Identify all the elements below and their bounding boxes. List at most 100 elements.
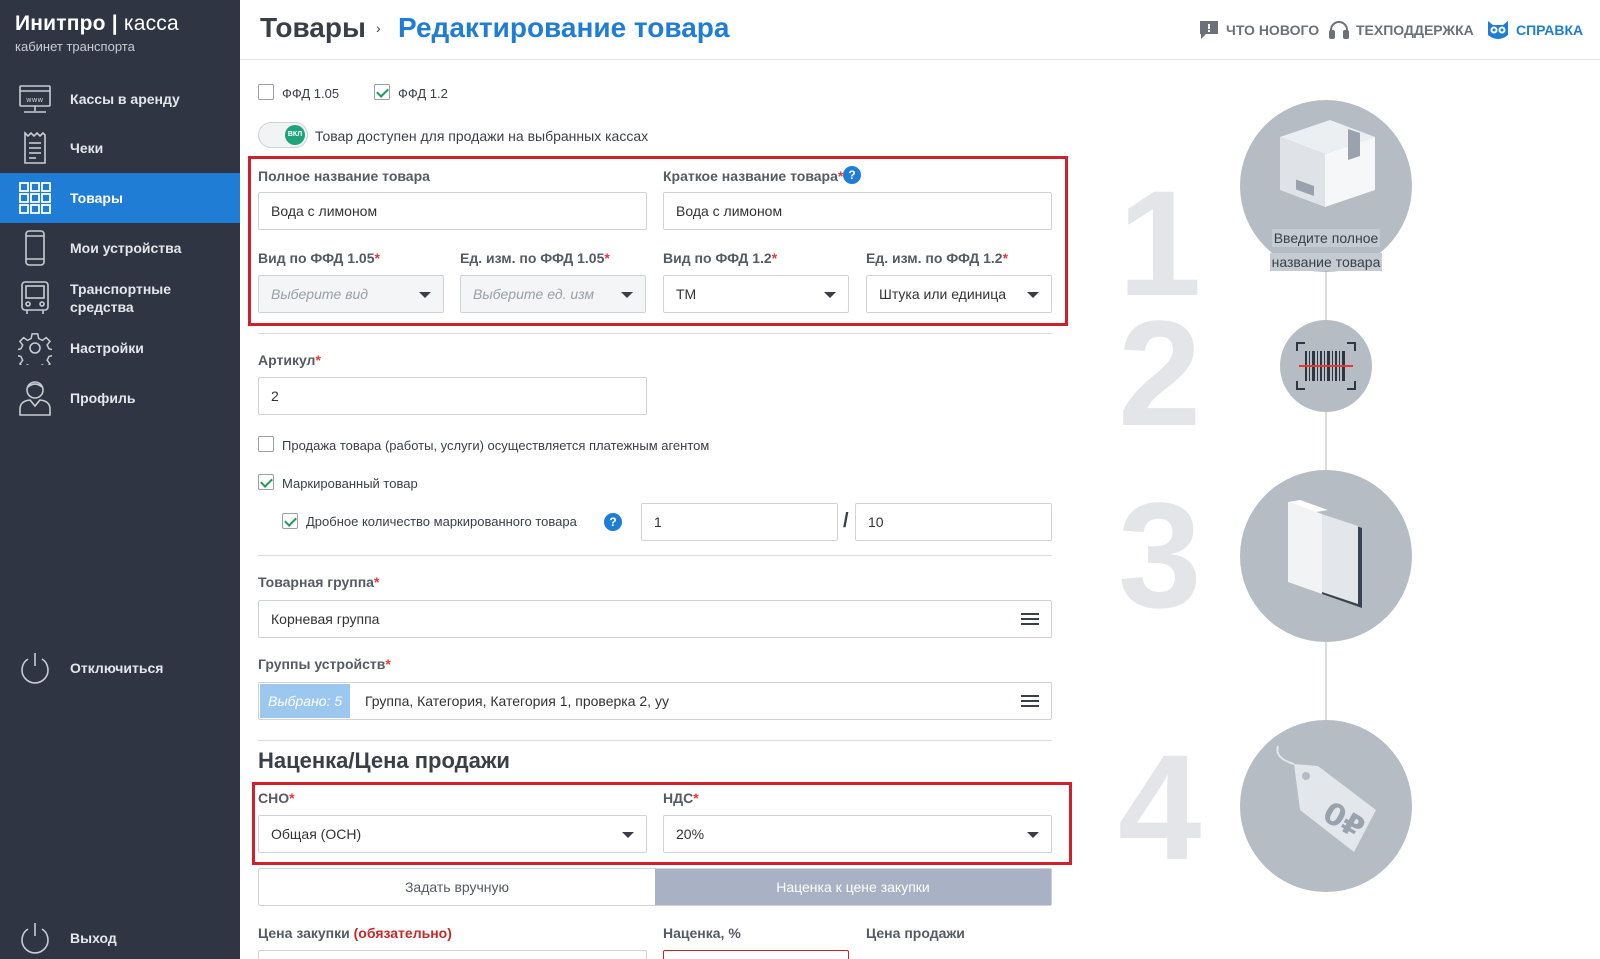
manual-price-tab[interactable]: Задать вручную	[259, 869, 655, 905]
chevron-down-icon	[824, 292, 836, 298]
vat-select[interactable]: 20%	[663, 815, 1052, 853]
fraction-denominator-input[interactable]: 10	[855, 503, 1052, 541]
sidebar-item-label: Профиль	[70, 390, 136, 406]
short-name-label: Краткое название товара*	[663, 168, 844, 184]
receipt-icon	[16, 129, 54, 167]
power-icon	[16, 649, 54, 687]
announcement-icon	[1200, 21, 1218, 39]
list-icon[interactable]	[1021, 695, 1039, 709]
fraction-label: Дробное количество маркированного товара	[306, 514, 577, 529]
support-label: ТЕХПОДДЕРЖКА	[1356, 22, 1474, 38]
page-title: Редактирование товара	[398, 12, 730, 43]
brand-subtitle: кабинет транспорта	[15, 39, 135, 54]
markup-percent-input[interactable]	[663, 950, 849, 959]
fraction-help-icon[interactable]: ?	[604, 513, 622, 531]
unit12-select[interactable]: Штука или единица	[866, 275, 1052, 313]
sidebar-item-receipts[interactable]: Чеки	[0, 123, 240, 173]
svg-text:www: www	[26, 96, 43, 104]
ffd12-checkbox[interactable]	[374, 84, 390, 100]
ffd105-label: ФФД 1.05	[282, 86, 340, 101]
sidebar-item-devices[interactable]: Мои устройства	[0, 223, 240, 273]
kind12-select[interactable]: ТМ	[663, 275, 849, 313]
header: Товары › Редактирование товара ЧТО НОВОГ…	[240, 0, 1600, 60]
sidebar-item-label: Транспортные средства	[70, 281, 172, 315]
whats-new-link[interactable]: ЧТО НОВОГО	[1198, 19, 1319, 41]
group-select[interactable]: Корневая группа	[258, 600, 1052, 638]
sidebar-item-vehicles[interactable]: Транспортные средства	[0, 273, 240, 323]
marked-checkbox[interactable]	[258, 474, 274, 490]
price-mode-toggle: Задать вручную Наценка к цене закупки	[258, 868, 1052, 906]
sidebar-item-rent[interactable]: www Кассы в аренду	[0, 74, 240, 124]
step-4-circle: 0₽	[1240, 720, 1412, 892]
bus-icon	[16, 279, 54, 317]
marked-label: Маркированный товар	[282, 476, 418, 491]
full-name-input[interactable]: Вода с лимоном	[258, 192, 647, 230]
device-groups-label: Группы устройств*	[258, 656, 391, 672]
sno-select[interactable]: Общая (ОСН)	[258, 815, 647, 853]
logout-label: Выход	[70, 930, 117, 946]
chevron-down-icon	[1027, 832, 1039, 838]
sidebar-item-label: Мои устройства	[70, 240, 182, 256]
help-link[interactable]: СПРАВКА	[1486, 19, 1583, 41]
support-link[interactable]: ТЕХПОДДЕРЖКА	[1328, 19, 1474, 41]
step-1-caption: Введите полное название товара	[1269, 229, 1383, 271]
markup-section-title: Наценка/Цена продажи	[258, 748, 510, 773]
divider	[258, 555, 1052, 556]
step-number-4: 4	[1118, 723, 1202, 891]
divider	[258, 333, 1052, 334]
chevron-down-icon	[1027, 292, 1039, 298]
gear-icon	[16, 329, 54, 367]
help-label: СПРАВКА	[1516, 22, 1584, 38]
headset-icon	[1329, 21, 1349, 39]
phone-icon	[16, 229, 54, 267]
breadcrumb-root[interactable]: Товары	[260, 12, 366, 44]
disconnect-button[interactable]: Отключиться	[0, 643, 240, 693]
sidebar-item-label: Настройки	[70, 340, 144, 356]
barcode-icon	[1296, 342, 1356, 390]
disconnect-label: Отключиться	[70, 660, 164, 676]
group-label: Товарная группа*	[258, 574, 380, 590]
sidebar-item-label: Кассы в аренду	[70, 91, 180, 107]
sidebar-item-goods[interactable]: Товары	[0, 173, 240, 223]
full-name-label: Полное название товара	[258, 168, 430, 184]
agent-checkbox[interactable]	[258, 436, 274, 452]
article-label: Артикул*	[258, 352, 321, 368]
owl-icon	[1488, 21, 1508, 39]
sno-label: СНО*	[258, 790, 295, 806]
unit105-label: Ед. изм. по ФФД 1.05*	[460, 250, 610, 266]
markup-price-tab[interactable]: Наценка к цене закупки	[655, 869, 1051, 905]
grid-icon	[16, 179, 54, 217]
article-input[interactable]: 2	[258, 377, 647, 415]
box-icon	[1280, 120, 1375, 207]
step-3-circle	[1240, 470, 1412, 642]
device-groups-select[interactable]: Выбрано: 5 Группа, Категория, Категория 1…	[258, 682, 1052, 720]
ffd12-label: ФФД 1.2	[398, 86, 448, 101]
sale-price-label: Цена продажи	[866, 925, 965, 941]
short-name-help-icon[interactable]: ?	[843, 166, 861, 184]
logout-button[interactable]: Выход	[0, 913, 240, 959]
fraction-checkbox[interactable]	[282, 513, 298, 529]
list-icon[interactable]	[1021, 613, 1039, 627]
short-name-input[interactable]: Вода с лимоном	[663, 192, 1052, 230]
unit105-select[interactable]: Выберите ед. изм	[460, 275, 646, 313]
brand-title: Инитпро | касса	[15, 12, 179, 35]
www-monitor-icon: www	[16, 80, 54, 118]
kind105-select[interactable]: Выберите вид	[258, 275, 444, 313]
chevron-down-icon	[622, 832, 634, 838]
chevron-down-icon	[419, 292, 431, 298]
sidebar-item-label: Чеки	[70, 140, 104, 156]
availability-toggle[interactable]: ВКЛ	[258, 122, 308, 148]
unit12-label: Ед. изм. по ФФД 1.2*	[866, 250, 1009, 266]
sidebar: Инитпро | касса кабинет транспорта www К…	[0, 0, 240, 959]
ffd105-checkbox[interactable]	[258, 84, 274, 100]
purchase-price-input[interactable]	[258, 950, 647, 959]
sidebar-item-settings[interactable]: Настройки	[0, 323, 240, 373]
chevron-down-icon	[621, 292, 633, 298]
fraction-numerator-input[interactable]: 1	[641, 503, 838, 541]
step-2-circle	[1280, 320, 1372, 412]
vat-label: НДС*	[663, 790, 699, 806]
user-icon	[16, 379, 54, 417]
logout-power-icon	[16, 919, 54, 957]
sidebar-item-label: Товары	[70, 190, 123, 206]
sidebar-item-profile[interactable]: Профиль	[0, 373, 240, 423]
